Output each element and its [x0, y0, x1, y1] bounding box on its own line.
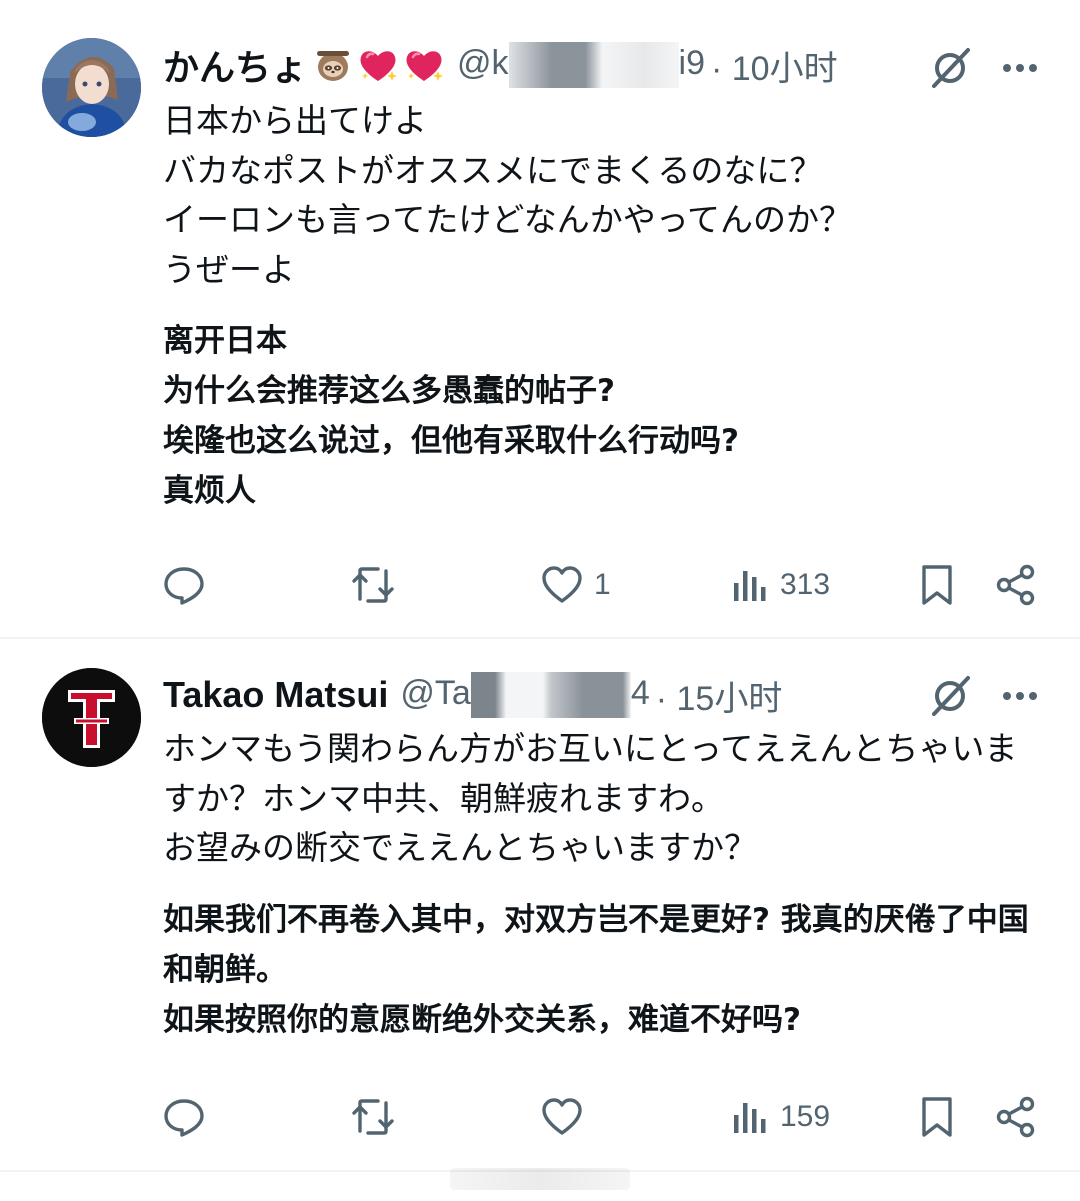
sparkling-heart-emoji	[357, 45, 399, 85]
tweet-actions: 159	[160, 1092, 1040, 1142]
tweet-text-translation: 离开日本 为什么会推荐这么多愚蠢的帖子? 埃隆也这么说过，但他有采取什么行动吗?…	[163, 323, 739, 509]
bookmark-button[interactable]	[917, 1092, 957, 1142]
repost-button[interactable]	[350, 1092, 396, 1142]
tweet-divider	[0, 637, 1080, 639]
tweet-header: かんちょ @k i9 · 10小时	[163, 40, 838, 90]
author-name[interactable]: かんちょ	[163, 39, 307, 91]
tweet-header-actions	[928, 46, 1038, 90]
watermark	[450, 1168, 630, 1190]
repost-icon	[350, 563, 396, 607]
reply-button[interactable]	[162, 1092, 206, 1142]
heart-icon	[540, 563, 584, 607]
avatar[interactable]	[42, 38, 141, 137]
tweet-body: 日本から出てけよ バカなポストがオススメにでまくるのなに？ イーロンも言ってたけ…	[163, 96, 1043, 516]
author-name[interactable]: Takao Matsui	[163, 674, 388, 716]
share-button[interactable]	[994, 1092, 1038, 1142]
handle-prefix: @k	[457, 43, 509, 82]
author-handle[interactable]: @Ta 4	[400, 672, 650, 718]
grok-icon[interactable]	[928, 674, 972, 718]
analytics-icon	[730, 563, 770, 607]
more-options-icon[interactable]	[1002, 690, 1038, 702]
handle-suffix: i9	[678, 43, 705, 82]
grok-icon[interactable]	[928, 46, 972, 90]
repost-button[interactable]	[350, 560, 396, 610]
tweet[interactable]: Takao Matsui @Ta 4 · 15小时 ホンマもう関わらん方がお互いに…	[0, 640, 1080, 1170]
handle-redaction	[508, 42, 679, 88]
tweet-header-actions	[928, 674, 1038, 718]
view-count: 313	[780, 568, 831, 601]
post-time[interactable]: · 15小时	[656, 671, 783, 720]
like-button[interactable]: 1	[540, 560, 611, 610]
view-count: 159	[780, 1100, 831, 1133]
like-button[interactable]	[540, 1092, 594, 1142]
name-emojis	[313, 45, 445, 85]
share-icon	[994, 563, 1038, 607]
reply-icon	[162, 563, 206, 607]
tweet-header: Takao Matsui @Ta 4 · 15小时	[163, 670, 782, 720]
author-handle[interactable]: @k i9	[457, 42, 705, 88]
views-button[interactable]: 313	[730, 560, 830, 610]
reply-button[interactable]	[162, 560, 206, 610]
repost-icon	[350, 1095, 396, 1139]
handle-redaction	[470, 672, 631, 718]
tweet-text-original: 日本から出てけよ バカなポストがオススメにでまくるのなに？ イーロンも言ってたけ…	[163, 101, 853, 289]
bookmark-icon	[917, 563, 957, 607]
sparkling-heart-emoji	[403, 45, 445, 85]
reply-icon	[162, 1095, 206, 1139]
tweet-text-translation: 如果我们不再卷入其中，对双方岂不是更好? 我真的厌倦了中国和朝鲜。 如果按照你的…	[163, 901, 1029, 1038]
analytics-icon	[730, 1095, 770, 1139]
tweet-actions: 1 313	[160, 560, 1040, 610]
avatar[interactable]	[42, 668, 141, 767]
heart-icon	[540, 1095, 584, 1139]
handle-suffix: 4	[630, 673, 650, 712]
views-button[interactable]: 159	[730, 1092, 830, 1142]
post-time[interactable]: · 10小时	[711, 41, 838, 90]
share-button[interactable]	[994, 560, 1038, 610]
sloth-emoji	[313, 45, 353, 85]
handle-prefix: @Ta	[400, 673, 471, 712]
tweet[interactable]: かんちょ @k i9 · 10小时 日本から出てけよ バカなポストがオススメにで…	[0, 8, 1080, 638]
tweet-text-original: ホンマもう関わらん方がお互いにとってええんとちゃいますか？ホンマ中共、朝鮮疲れま…	[163, 729, 1018, 867]
bookmark-button[interactable]	[917, 560, 957, 610]
share-icon	[994, 1095, 1038, 1139]
tweet-body: ホンマもう関わらん方がお互いにとってええんとちゃいますか？ホンマ中共、朝鮮疲れま…	[163, 724, 1038, 1045]
more-options-icon[interactable]	[1002, 62, 1038, 74]
like-count: 1	[594, 568, 611, 601]
bookmark-icon	[917, 1095, 957, 1139]
